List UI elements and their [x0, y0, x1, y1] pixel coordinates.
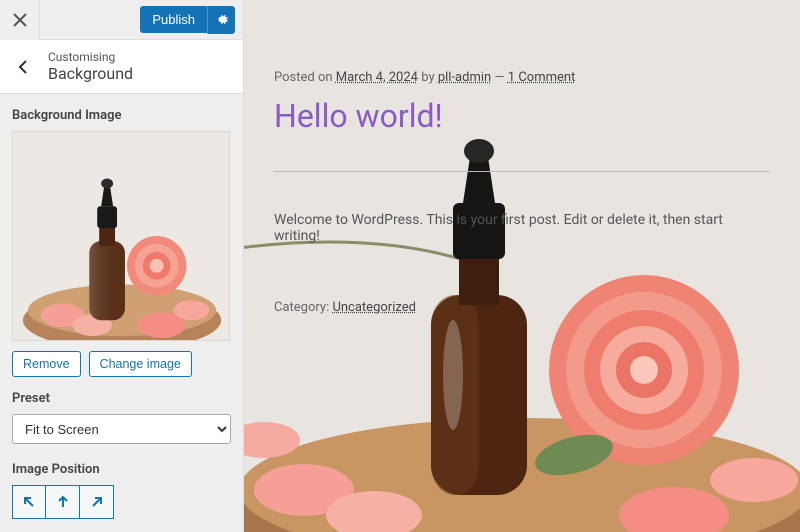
- controls: Background Image: [0, 94, 243, 532]
- customizer-sidebar: Publish Customising Background Backgroun…: [0, 0, 244, 532]
- section-header: Customising Background: [0, 40, 243, 94]
- post-meta: Posted on March 4, 2024 by pll-admin — 1…: [274, 70, 770, 85]
- publish-settings-button[interactable]: [207, 6, 235, 34]
- back-button[interactable]: [14, 57, 34, 77]
- meta-posted-label: Posted on: [274, 70, 336, 85]
- topbar: Publish: [0, 0, 243, 40]
- category-label: Category:: [274, 300, 332, 315]
- meta-sep: —: [491, 70, 508, 85]
- post-title[interactable]: Hello world!: [274, 97, 770, 135]
- close-button[interactable]: [0, 0, 40, 40]
- image-buttons: Remove Change image: [12, 351, 231, 377]
- chevron-left-icon: [16, 59, 32, 75]
- meta-comments-link[interactable]: 1 Comment: [508, 70, 576, 85]
- position-label: Image Position: [12, 462, 231, 477]
- meta-by-label: by: [418, 70, 438, 85]
- divider: [274, 171, 770, 172]
- preset-label: Preset: [12, 391, 231, 406]
- publish-group: Publish: [140, 6, 243, 34]
- close-icon: [13, 13, 27, 27]
- post-body: Welcome to WordPress. This is your first…: [274, 212, 770, 244]
- remove-button[interactable]: Remove: [12, 351, 81, 377]
- position-top-left[interactable]: [12, 485, 46, 519]
- post-category: Category: Uncategorized: [274, 300, 770, 315]
- position-top-center[interactable]: [46, 485, 80, 519]
- change-image-button[interactable]: Change image: [89, 351, 192, 377]
- thumbnail-image: [13, 132, 229, 340]
- preset-select[interactable]: Fit to Screen: [12, 414, 231, 444]
- post: Posted on March 4, 2024 by pll-admin — 1…: [244, 0, 800, 345]
- meta-author-link[interactable]: pll-admin: [438, 70, 491, 85]
- position-top-right[interactable]: [80, 485, 114, 519]
- arrow-up-right-icon: [89, 494, 105, 510]
- publish-button[interactable]: Publish: [140, 6, 207, 33]
- arrow-up-icon: [55, 494, 71, 510]
- bg-image-thumbnail[interactable]: [12, 131, 230, 341]
- gear-icon: [214, 12, 229, 27]
- category-link[interactable]: Uncategorized: [332, 300, 415, 315]
- section-title: Background: [48, 64, 133, 83]
- meta-date-link[interactable]: March 4, 2024: [336, 70, 418, 85]
- app-root: Publish Customising Background Backgroun…: [0, 0, 800, 532]
- arrow-up-left-icon: [21, 494, 37, 510]
- position-grid: [12, 485, 231, 519]
- customising-label: Customising: [48, 50, 133, 64]
- preview-pane: Posted on March 4, 2024 by pll-admin — 1…: [244, 0, 800, 532]
- bg-image-label: Background Image: [12, 108, 231, 123]
- section-text: Customising Background: [48, 50, 133, 83]
